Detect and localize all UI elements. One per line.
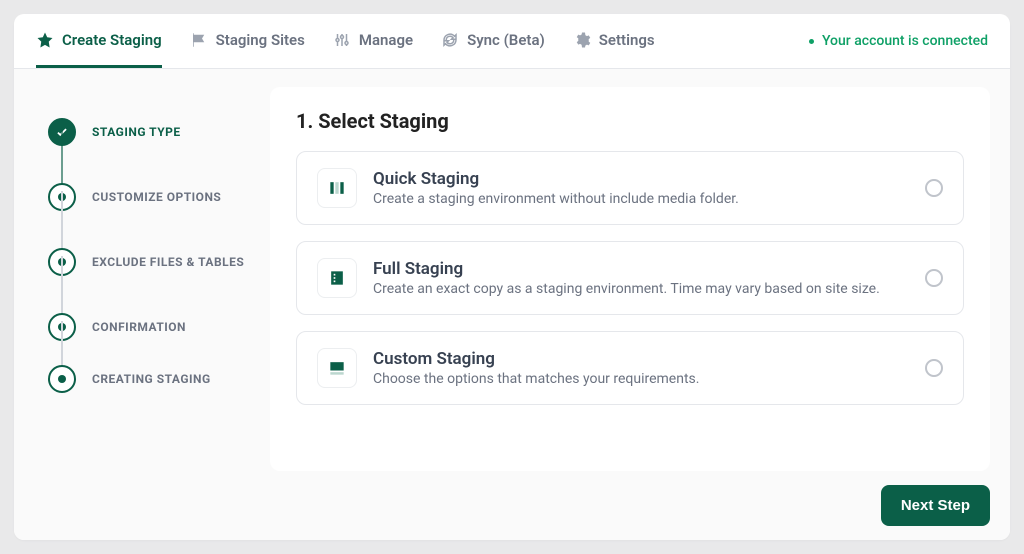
app-window: Create Staging Staging Sites Manage Sync… (14, 14, 1010, 540)
top-tabs: Create Staging Staging Sites Manage Sync… (14, 14, 1010, 69)
wizard-stepper: STAGING TYPE CUSTOMIZE OPTIONS EXCLUDE F… (14, 69, 270, 540)
next-step-button[interactable]: Next Step (881, 485, 990, 526)
quick-staging-icon (317, 168, 357, 208)
step-label: EXCLUDE FILES & TABLES (92, 255, 244, 269)
option-full-staging[interactable]: Full Staging Create an exact copy as a s… (296, 241, 964, 315)
step-label: CREATING STAGING (92, 372, 211, 386)
main-panel: 1. Select Staging Quick Staging Create a… (270, 87, 990, 471)
custom-staging-icon (317, 348, 357, 388)
connection-status: Your account is connected (809, 33, 988, 49)
panel-heading: 1. Select Staging (296, 109, 964, 133)
sliders-icon (333, 31, 351, 49)
tab-label: Staging Sites (216, 31, 305, 49)
step-exclude-files[interactable]: EXCLUDE FILES & TABLES (48, 229, 266, 294)
option-desc: Choose the options that matches your req… (373, 371, 909, 387)
option-desc: Create an exact copy as a staging enviro… (373, 281, 909, 297)
gear-icon (573, 31, 591, 49)
tab-label: Create Staging (62, 31, 162, 49)
option-custom-staging[interactable]: Custom Staging Choose the options that m… (296, 331, 964, 405)
option-title: Quick Staging (373, 169, 909, 189)
step-label: STAGING TYPE (92, 125, 181, 139)
step-label: CUSTOMIZE OPTIONS (92, 190, 221, 204)
option-desc: Create a staging environment without inc… (373, 191, 909, 207)
step-staging-type[interactable]: STAGING TYPE (48, 99, 266, 164)
tab-create-staging[interactable]: Create Staging (36, 14, 162, 68)
step-confirmation[interactable]: CONFIRMATION (48, 294, 266, 359)
option-radio[interactable] (925, 359, 943, 377)
tab-label: Manage (359, 31, 413, 49)
star-icon (36, 31, 54, 49)
flag-icon (190, 31, 208, 49)
tab-sync[interactable]: Sync (Beta) (441, 14, 545, 68)
tab-settings[interactable]: Settings (573, 14, 655, 68)
footer: Next Step (270, 471, 1010, 540)
option-radio[interactable] (925, 179, 943, 197)
tab-label: Sync (Beta) (467, 31, 545, 49)
body: STAGING TYPE CUSTOMIZE OPTIONS EXCLUDE F… (14, 69, 1010, 540)
step-label: CONFIRMATION (92, 320, 186, 334)
step-dot-icon (48, 365, 76, 393)
connection-status-label: Your account is connected (822, 33, 988, 49)
tab-label: Settings (599, 31, 655, 49)
step-customize-options[interactable]: CUSTOMIZE OPTIONS (48, 164, 266, 229)
step-creating-staging[interactable]: CREATING STAGING (48, 359, 266, 399)
tab-staging-sites[interactable]: Staging Sites (190, 14, 305, 68)
option-radio[interactable] (925, 269, 943, 287)
option-quick-staging[interactable]: Quick Staging Create a staging environme… (296, 151, 964, 225)
sync-icon (441, 31, 459, 49)
full-staging-icon (317, 258, 357, 298)
option-title: Custom Staging (373, 349, 909, 369)
option-title: Full Staging (373, 259, 909, 279)
status-dot-icon (809, 39, 814, 44)
tab-manage[interactable]: Manage (333, 14, 413, 68)
